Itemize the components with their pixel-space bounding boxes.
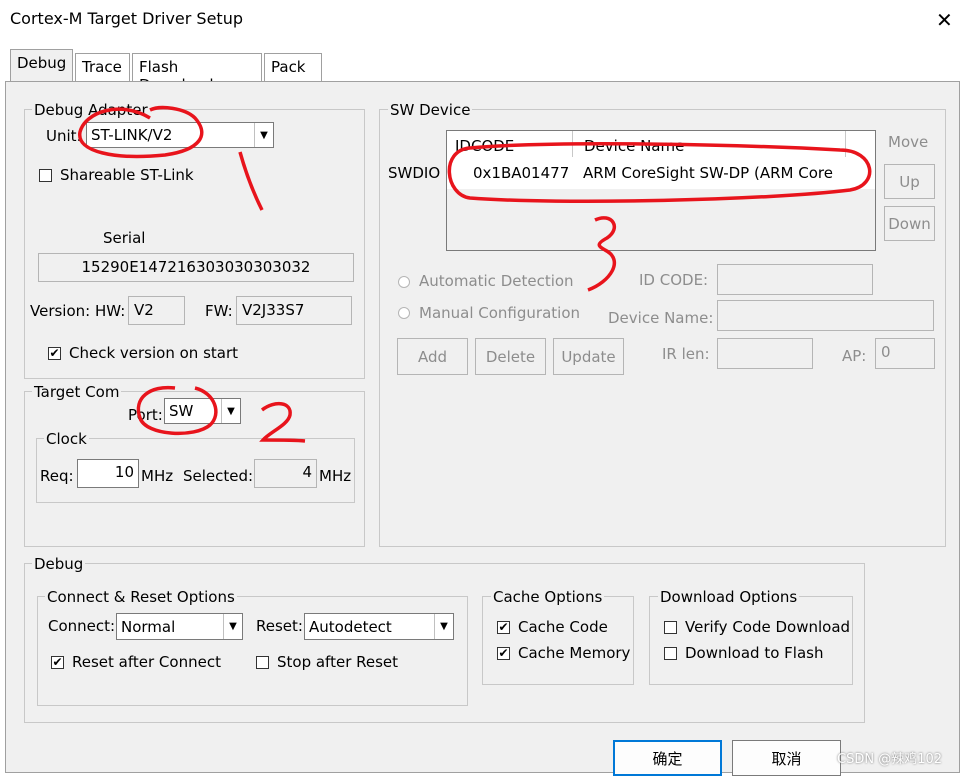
- annotation-overlay: [78, 105, 872, 443]
- mark-3-annotation: [587, 216, 617, 292]
- circle-port-annotation: [136, 385, 218, 436]
- mark-2-annotation: [259, 402, 306, 443]
- circle-sw-device-annotation: [447, 142, 872, 203]
- circle-unit-annotation: [78, 105, 204, 159]
- mark-1-annotation: [238, 151, 264, 211]
